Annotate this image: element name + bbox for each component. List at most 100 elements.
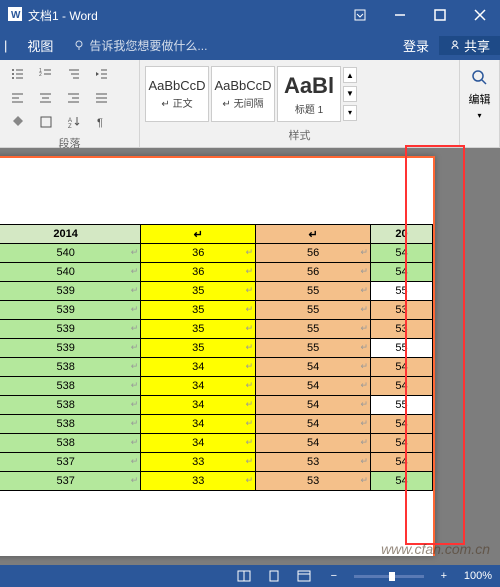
borders-button[interactable] (33, 111, 59, 133)
table-cell[interactable]: 540↵ (0, 244, 141, 263)
zoom-level[interactable]: 100% (464, 570, 492, 582)
table-cell[interactable]: 539↵ (0, 301, 141, 320)
login-button[interactable]: 登录 (393, 36, 439, 55)
table-cell[interactable]: 54 (371, 244, 433, 263)
table-cell[interactable]: 54 (371, 453, 433, 472)
table-cell[interactable]: 53 (371, 301, 433, 320)
table-cell[interactable]: 53↵ (256, 453, 371, 472)
table-cell[interactable]: 34↵ (141, 358, 256, 377)
style-heading1[interactable]: AaBl 标题 1 (277, 66, 341, 122)
table-row: 539↵35↵55↵53 (0, 301, 433, 320)
minimize-button[interactable] (380, 0, 420, 30)
align-center-button[interactable] (33, 87, 59, 109)
table-cell[interactable]: 56↵ (256, 244, 371, 263)
find-button[interactable]: 编辑 ▾ (465, 63, 494, 120)
sort-button[interactable]: AZ (61, 111, 87, 133)
table-cell[interactable]: 33↵ (141, 453, 256, 472)
style-normal[interactable]: AaBbCcD ↵ 正文 (145, 66, 209, 122)
shading-button[interactable] (5, 111, 31, 133)
numbering-button[interactable]: 12 (33, 63, 59, 85)
table-cell[interactable]: 55 (371, 282, 433, 301)
table-cell[interactable]: 54↵ (256, 358, 371, 377)
print-layout-button[interactable] (264, 567, 284, 585)
table-cell[interactable]: 55↵ (256, 282, 371, 301)
table-cell[interactable]: 539↵ (0, 339, 141, 358)
table-cell[interactable]: 538↵ (0, 377, 141, 396)
header-cell[interactable]: 20 (371, 225, 433, 244)
justify-button[interactable] (89, 87, 115, 109)
table-cell[interactable]: 55↵ (256, 339, 371, 358)
document-area[interactable]: 2014 ↵ ↵ 20 540↵36↵56↵54540↵36↵56↵54539↵… (0, 148, 500, 566)
show-marks-button[interactable]: ¶ (89, 111, 115, 133)
table-cell[interactable]: 35↵ (141, 320, 256, 339)
tab-view[interactable]: 视图 (17, 30, 63, 60)
table-row: 538↵34↵54↵54 (0, 377, 433, 396)
header-cell[interactable]: 2014 (0, 225, 141, 244)
table-cell[interactable]: 54 (371, 434, 433, 453)
close-button[interactable] (460, 0, 500, 30)
share-icon (449, 39, 461, 51)
table-cell[interactable]: 35↵ (141, 282, 256, 301)
align-right-button[interactable] (61, 87, 87, 109)
table-cell[interactable]: 53 (371, 320, 433, 339)
styles-scroll-down[interactable]: ▼ (343, 86, 357, 102)
read-mode-button[interactable] (234, 567, 254, 585)
table-cell[interactable]: 540↵ (0, 263, 141, 282)
table-cell[interactable]: 54 (371, 263, 433, 282)
zoom-out-button[interactable]: − (324, 567, 344, 585)
maximize-button[interactable] (420, 0, 460, 30)
header-cell[interactable]: ↵ (256, 225, 371, 244)
table-cell[interactable]: 537↵ (0, 472, 141, 491)
table-cell[interactable]: 538↵ (0, 396, 141, 415)
table-cell[interactable]: 34↵ (141, 415, 256, 434)
styles-scroll-up[interactable]: ▲ (343, 67, 357, 83)
table-cell[interactable]: 55↵ (256, 320, 371, 339)
web-layout-button[interactable] (294, 567, 314, 585)
table-cell[interactable]: 539↵ (0, 282, 141, 301)
table-cell[interactable]: 34↵ (141, 377, 256, 396)
styles-expand[interactable]: ▾ (343, 105, 357, 121)
table-cell[interactable]: 34↵ (141, 396, 256, 415)
search-icon (471, 69, 489, 87)
table-cell[interactable]: 539↵ (0, 320, 141, 339)
table-cell[interactable]: 55 (371, 396, 433, 415)
align-left-button[interactable] (5, 87, 31, 109)
table-cell[interactable]: 56↵ (256, 263, 371, 282)
table-cell[interactable]: 538↵ (0, 434, 141, 453)
table-cell[interactable]: 54 (371, 377, 433, 396)
table-row: 538↵34↵54↵55 (0, 396, 433, 415)
ribbon-options-button[interactable] (340, 0, 380, 30)
table-cell[interactable]: 54↵ (256, 434, 371, 453)
header-cell[interactable]: ↵ (141, 225, 256, 244)
tab-partial-left[interactable]: | (0, 30, 17, 60)
multilevel-list-button[interactable] (61, 63, 87, 85)
table-cell[interactable]: 54 (371, 415, 433, 434)
table-cell[interactable]: 54↵ (256, 396, 371, 415)
table-cell[interactable]: 55 (371, 339, 433, 358)
table-cell[interactable]: 35↵ (141, 301, 256, 320)
table-cell[interactable]: 54↵ (256, 415, 371, 434)
data-table[interactable]: 2014 ↵ ↵ 20 540↵36↵56↵54540↵36↵56↵54539↵… (0, 224, 433, 491)
decrease-indent-button[interactable] (89, 63, 115, 85)
table-header-row: 2014 ↵ ↵ 20 (0, 225, 433, 244)
table-cell[interactable]: 34↵ (141, 434, 256, 453)
table-cell[interactable]: 538↵ (0, 415, 141, 434)
zoom-in-button[interactable]: + (434, 567, 454, 585)
table-cell[interactable]: 54 (371, 358, 433, 377)
share-button[interactable]: 共享 (439, 36, 500, 55)
table-row: 538↵34↵54↵54 (0, 415, 433, 434)
table-cell[interactable]: 54↵ (256, 377, 371, 396)
table-cell[interactable]: 538↵ (0, 358, 141, 377)
table-cell[interactable]: 54 (371, 472, 433, 491)
table-cell[interactable]: 36↵ (141, 244, 256, 263)
table-cell[interactable]: 36↵ (141, 263, 256, 282)
style-no-spacing[interactable]: AaBbCcD ↵ 无间隔 (211, 66, 275, 122)
table-cell[interactable]: 33↵ (141, 472, 256, 491)
zoom-slider[interactable] (354, 575, 424, 578)
table-cell[interactable]: 53↵ (256, 472, 371, 491)
table-cell[interactable]: 55↵ (256, 301, 371, 320)
tell-me-search[interactable]: 告诉我您想要做什么... (63, 37, 393, 54)
bullets-button[interactable] (5, 63, 31, 85)
table-cell[interactable]: 537↵ (0, 453, 141, 472)
table-cell[interactable]: 35↵ (141, 339, 256, 358)
